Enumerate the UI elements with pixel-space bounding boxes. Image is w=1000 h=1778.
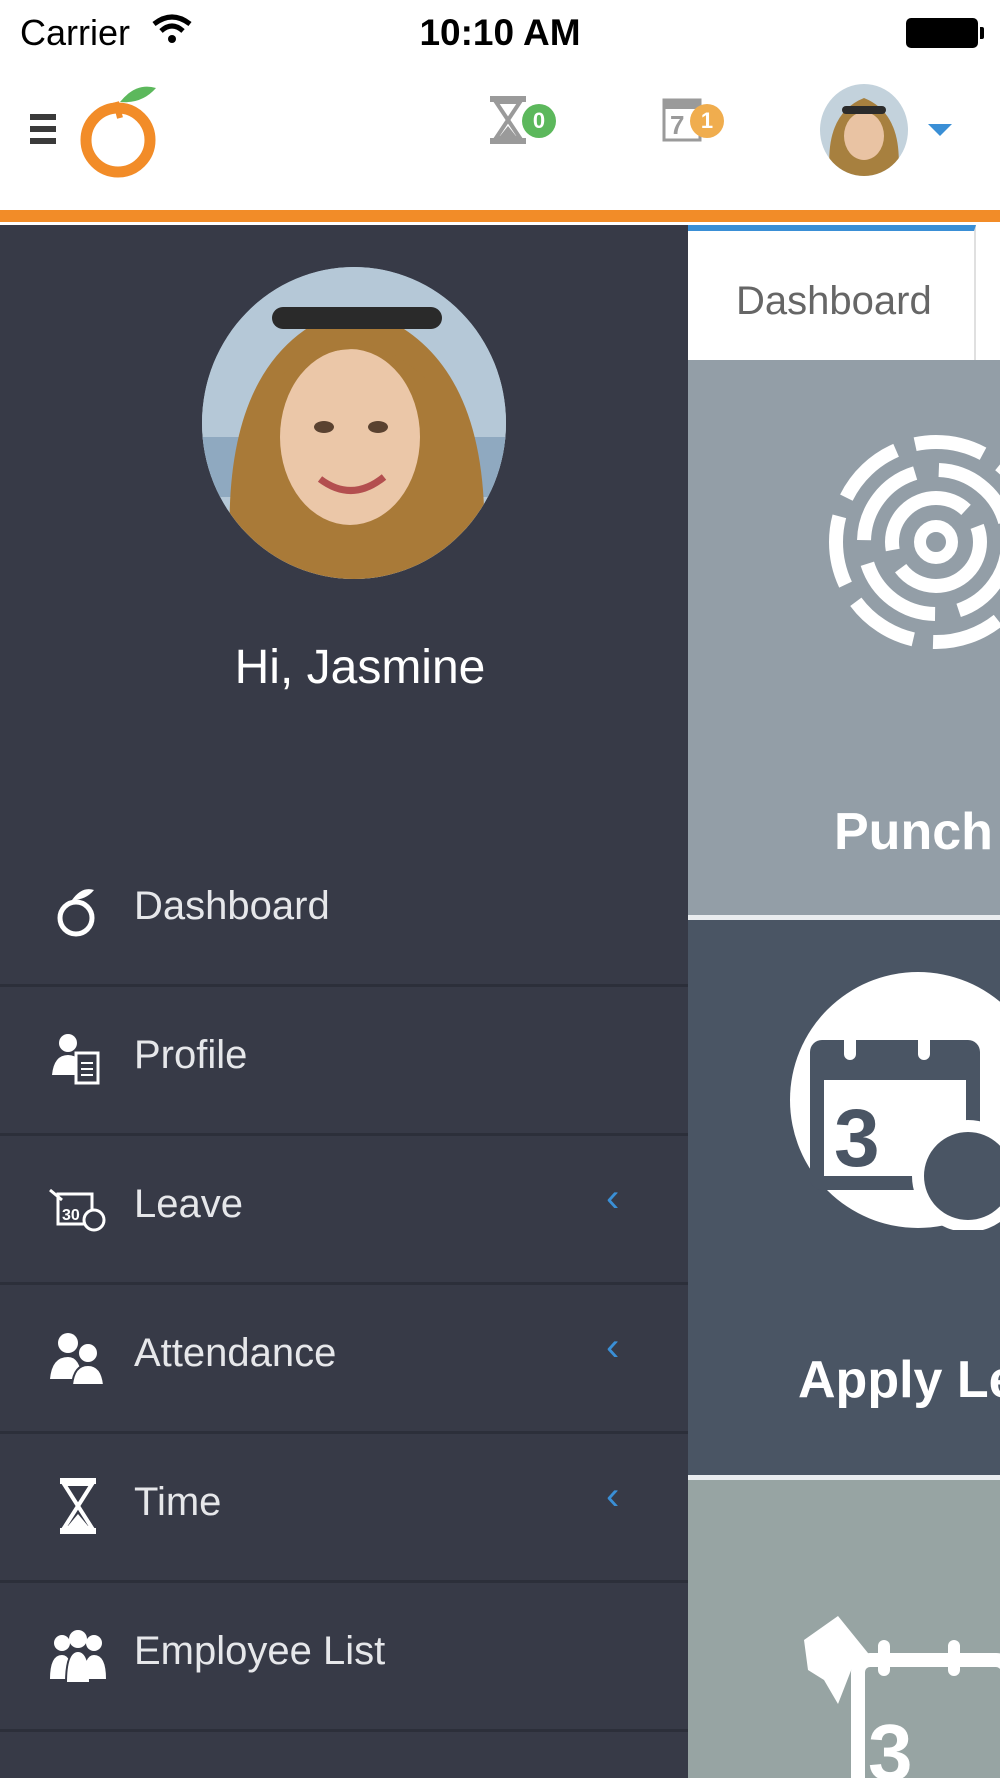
apply-leave-tile[interactable]: 3 Apply Le: [688, 920, 1000, 1475]
chevron-left-icon: ‹: [606, 1325, 620, 1369]
tab-bar: Dashboard: [688, 225, 1000, 360]
timesheet-button[interactable]: 0: [488, 94, 568, 164]
menu-item-time[interactable]: Time ‹: [0, 1434, 688, 1583]
main-content: Dashboard Punch 3 Apply Le 3: [688, 225, 1000, 1778]
chevron-left-icon: ‹: [606, 1474, 620, 1518]
hourglass-icon: [60, 1478, 96, 1534]
menu-label: Time: [134, 1480, 222, 1524]
hamburger-icon[interactable]: [30, 114, 56, 150]
battery-icon: [906, 18, 984, 48]
drawer-menu: Dashboard Profile 30 Leave ‹ Attendance …: [0, 838, 688, 1732]
greeting: Hi, Jasmine: [234, 641, 486, 694]
menu-item-attendance[interactable]: Attendance ‹: [0, 1285, 688, 1434]
status-time: 10:10 AM: [419, 12, 581, 53]
app-header: 0 7 1: [0, 64, 1000, 212]
dashboard-icon: [57, 889, 95, 937]
chevron-left-icon: ‹: [606, 1176, 620, 1220]
svg-text:3: 3: [834, 1093, 880, 1184]
header-avatar[interactable]: [820, 84, 908, 176]
profile-icon: [52, 1034, 100, 1085]
tab-label: Dashboard: [736, 279, 932, 323]
fingerprint-icon: [829, 435, 1000, 649]
side-drawer: Hi, Jasmine Dashboard Profile 30 Leave ‹…: [0, 225, 688, 1778]
leave-button[interactable]: 7 1: [662, 94, 742, 164]
timesheet-badge: 0: [522, 104, 556, 138]
menu-item-profile[interactable]: Profile: [0, 987, 688, 1136]
leave-list-tile[interactable]: 3: [688, 1480, 1000, 1778]
tab-dashboard[interactable]: Dashboard: [688, 225, 976, 360]
profile-avatar[interactable]: [202, 267, 506, 579]
leave-icon: 30: [49, 1188, 106, 1232]
tile-label: Apply Le: [798, 1351, 1000, 1409]
menu-label: Leave: [134, 1182, 243, 1226]
leave-badge: 1: [690, 104, 724, 138]
status-bar: Carrier 10:10 AM: [0, 0, 1000, 64]
menu-label: Dashboard: [134, 884, 330, 928]
menu-item-leave[interactable]: 30 Leave ‹: [0, 1136, 688, 1285]
svg-text:30: 30: [62, 1207, 80, 1224]
menu-item-employee-list[interactable]: Employee List: [0, 1583, 688, 1732]
punch-tile[interactable]: Punch: [688, 360, 1000, 915]
pin-calendar-icon: 3: [804, 1616, 1000, 1778]
header-accent-line: [0, 210, 1000, 222]
employee-list-icon: [50, 1630, 106, 1684]
tile-label: Punch: [834, 803, 993, 861]
attendance-icon: [50, 1333, 106, 1386]
orange-logo[interactable]: [76, 80, 166, 185]
calendar-day: 7: [670, 110, 684, 140]
menu-label: Employee List: [134, 1629, 386, 1673]
menu-label: Profile: [134, 1033, 248, 1077]
chevron-down-icon[interactable]: [928, 124, 952, 136]
calendar-clock-icon: 3: [790, 972, 1000, 1230]
svg-text:3: 3: [868, 1708, 913, 1778]
menu-label: Attendance: [134, 1331, 337, 1375]
menu-item-dashboard[interactable]: Dashboard: [0, 838, 688, 987]
